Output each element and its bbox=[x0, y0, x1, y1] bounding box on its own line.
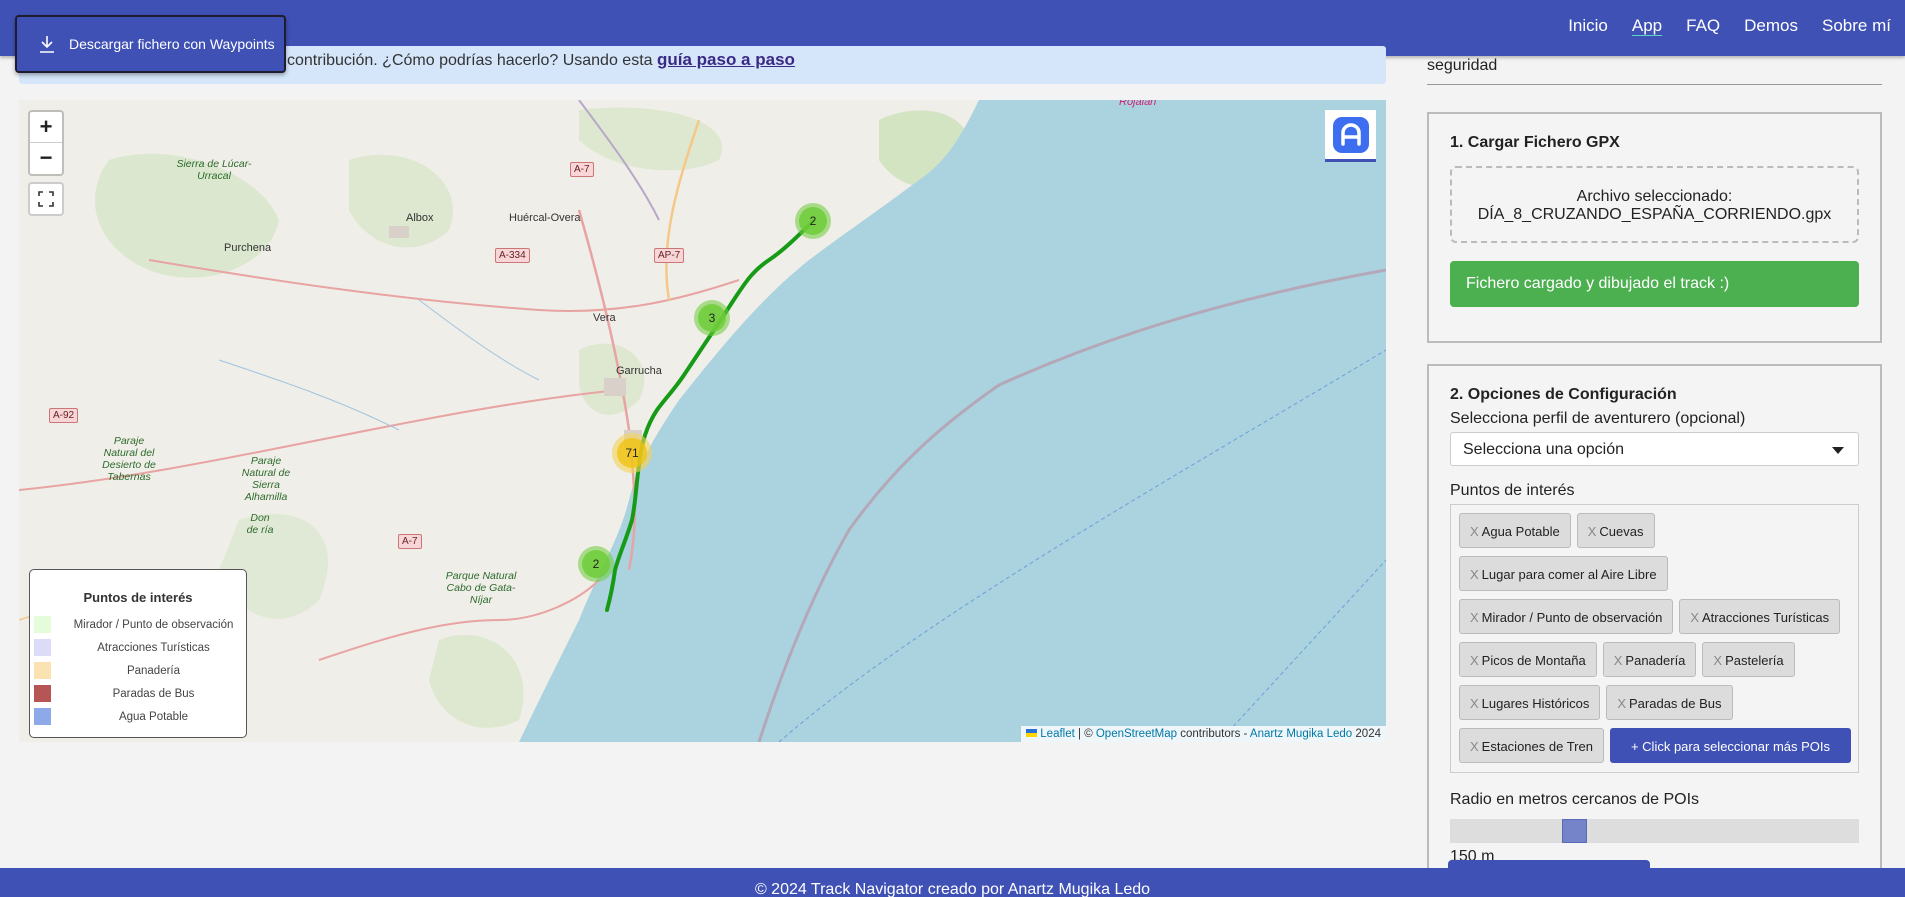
divider bbox=[1427, 84, 1882, 85]
download-icon bbox=[40, 36, 54, 53]
poi-chip[interactable]: X Picos de Montaña bbox=[1459, 642, 1597, 677]
poi-chip[interactable]: X Agua Potable bbox=[1459, 513, 1571, 548]
osm-link[interactable]: OpenStreetMap bbox=[1096, 728, 1177, 740]
poi-cluster[interactable]: 71 bbox=[612, 433, 652, 473]
poi-label: Puntos de interés bbox=[1450, 482, 1575, 499]
poi-chip[interactable]: X Estaciones de Tren bbox=[1459, 728, 1604, 763]
poi-cluster[interactable]: 2 bbox=[795, 203, 831, 239]
map[interactable]: Albox Huércal-Overa Purchena Vera Garruc… bbox=[19, 100, 1386, 742]
map-label-sierra: Sierra de Lúcar-Urracal bbox=[176, 158, 252, 182]
legend-item: Panadería bbox=[30, 659, 246, 682]
legend-item: Paradas de Bus bbox=[30, 682, 246, 705]
profile-select-value: Selecciona una opción bbox=[1463, 441, 1625, 458]
slider-thumb[interactable] bbox=[1562, 819, 1587, 843]
radius-label: Radio en metros cercanos de POIs bbox=[1450, 791, 1700, 808]
file-name: DÍA_8_CRUZANDO_ESPAÑA_CORRIENDO.gpx bbox=[1477, 206, 1832, 223]
park-label-don: Don de ría bbox=[246, 512, 274, 536]
fullscreen-icon bbox=[38, 191, 54, 207]
poi-cluster[interactable]: 3 bbox=[694, 300, 730, 336]
legend-item: Atracciones Turísticas bbox=[30, 636, 246, 659]
remove-icon[interactable]: X bbox=[1614, 653, 1623, 668]
app-logo-icon bbox=[1332, 116, 1369, 153]
legend-swatch bbox=[34, 662, 51, 679]
remove-icon[interactable]: X bbox=[1690, 610, 1699, 625]
app-logo[interactable] bbox=[1325, 110, 1376, 162]
panel-top-text: seguridad bbox=[1427, 57, 1498, 74]
poi-chip[interactable]: X Panadería bbox=[1602, 642, 1697, 677]
status-success-message: Fichero cargado y dibujado el track :) bbox=[1450, 261, 1859, 307]
map-label-huercal: Huércal-Overa bbox=[509, 212, 581, 224]
poi-chip[interactable]: X Cuevas bbox=[1576, 513, 1655, 548]
map-legend: Puntos de interés Mirador / Punto de obs… bbox=[29, 569, 247, 738]
map-label-garrucha: Garrucha bbox=[616, 365, 662, 377]
card-title: 2. Opciones de Configuración bbox=[1450, 386, 1677, 403]
file-dropzone[interactable]: Archivo seleccionado: DÍA_8_CRUZANDO_ESP… bbox=[1450, 166, 1859, 243]
zoom-control: + − bbox=[28, 110, 64, 176]
poi-cluster[interactable]: 2 bbox=[578, 546, 614, 582]
legend-swatch bbox=[34, 639, 51, 656]
road-label-ap7: AP-7 bbox=[654, 248, 685, 263]
ukraine-flag-icon bbox=[1026, 729, 1038, 737]
park-label-tabernas: Paraje Natural del Desierto de Tabernas bbox=[102, 435, 156, 483]
profile-select[interactable]: Selecciona una opción bbox=[1450, 432, 1859, 466]
legend-item: Agua Potable bbox=[30, 705, 246, 728]
zoom-out-button[interactable]: − bbox=[30, 143, 62, 174]
road-label-a92: A-92 bbox=[49, 408, 79, 423]
poi-chip[interactable]: X Atracciones Turísticas bbox=[1679, 599, 1841, 634]
map-label-albox: Albox bbox=[406, 212, 434, 224]
park-label-alhamilla: Paraje Natural de Sierra Alhamilla bbox=[241, 455, 291, 503]
add-more-pois-button[interactable]: + Click para seleccionar más POIs bbox=[1609, 728, 1852, 763]
remove-icon[interactable]: X bbox=[1713, 653, 1722, 668]
leaflet-link[interactable]: Leaflet bbox=[1040, 728, 1075, 740]
nav-app[interactable]: App bbox=[1632, 16, 1662, 36]
poi-chip[interactable]: X Lugar para comer al Aire Libre bbox=[1459, 556, 1668, 591]
nav-faq[interactable]: FAQ bbox=[1686, 16, 1720, 36]
nav-sobre-mi[interactable]: Sobre mí bbox=[1822, 16, 1891, 36]
fullscreen-button[interactable] bbox=[28, 182, 64, 216]
road-label-a7: A-7 bbox=[570, 162, 594, 177]
chevron-down-icon bbox=[1832, 447, 1844, 454]
remove-icon[interactable]: X bbox=[1470, 610, 1479, 625]
banner-text: contribución. ¿Cómo podrías hacerlo? Usa… bbox=[287, 52, 657, 69]
remove-icon[interactable]: X bbox=[1588, 524, 1597, 539]
legend-swatch bbox=[34, 708, 51, 725]
card-title: 1. Cargar Fichero GPX bbox=[1450, 134, 1620, 151]
remove-icon[interactable]: X bbox=[1470, 739, 1479, 754]
poi-selector: X Agua Potable X Cuevas X Lugar para comer … bbox=[1450, 504, 1859, 773]
map-label-purchena: Purchena bbox=[224, 242, 272, 254]
author-link[interactable]: Anartz Mugika Ledo bbox=[1250, 728, 1352, 740]
poi-chip[interactable]: X Pastelería bbox=[1702, 642, 1795, 677]
download-waypoints-button[interactable]: Descargar fichero con Waypoints bbox=[15, 15, 286, 73]
poi-chip[interactable]: X Mirador / Punto de observación bbox=[1459, 599, 1674, 634]
config-options-card: 2. Opciones de Configuración Selecciona … bbox=[1427, 364, 1882, 897]
legend-swatch bbox=[34, 685, 51, 702]
download-label: Descargar fichero con Waypoints bbox=[69, 36, 275, 52]
nav-inicio[interactable]: Inicio bbox=[1568, 16, 1608, 36]
road-label-a334: A-334 bbox=[495, 248, 530, 263]
poi-chip[interactable]: X Lugares Históricos bbox=[1459, 685, 1601, 720]
nav-demos[interactable]: Demos bbox=[1744, 16, 1798, 36]
map-label-rojalan: Rojalán bbox=[1119, 100, 1157, 108]
main-nav: Inicio App FAQ Demos Sobre mí bbox=[1568, 16, 1891, 36]
remove-icon[interactable]: X bbox=[1617, 696, 1626, 711]
map-attribution: Leaflet | © OpenStreetMap contributors -… bbox=[1021, 726, 1386, 742]
legend-swatch bbox=[34, 616, 51, 633]
map-label-vera: Vera bbox=[593, 312, 616, 324]
file-label: Archivo seleccionado: bbox=[1576, 188, 1733, 205]
footer: © 2024 Track Navigator creado por Anartz… bbox=[0, 868, 1905, 897]
guide-link[interactable]: guía paso a paso bbox=[657, 50, 795, 69]
park-label-cabo-gata: Parque Natural Cabo de Gata-Níjar bbox=[445, 570, 517, 606]
radius-slider[interactable] bbox=[1450, 819, 1859, 843]
legend-title: Puntos de interés bbox=[83, 590, 193, 605]
road-label-a7-south: A-7 bbox=[398, 534, 422, 549]
zoom-in-button[interactable]: + bbox=[30, 112, 62, 143]
remove-icon[interactable]: X bbox=[1470, 653, 1479, 668]
remove-icon[interactable]: X bbox=[1470, 524, 1479, 539]
profile-label: Selecciona perfil de aventurero (opciona… bbox=[1450, 410, 1746, 427]
remove-icon[interactable]: X bbox=[1470, 696, 1479, 711]
remove-icon[interactable]: X bbox=[1470, 567, 1479, 582]
legend-item: Mirador / Punto de observación bbox=[30, 613, 246, 636]
poi-chip[interactable]: X Paradas de Bus bbox=[1606, 685, 1733, 720]
load-gpx-card: 1. Cargar Fichero GPX Archivo selecciona… bbox=[1427, 112, 1882, 343]
